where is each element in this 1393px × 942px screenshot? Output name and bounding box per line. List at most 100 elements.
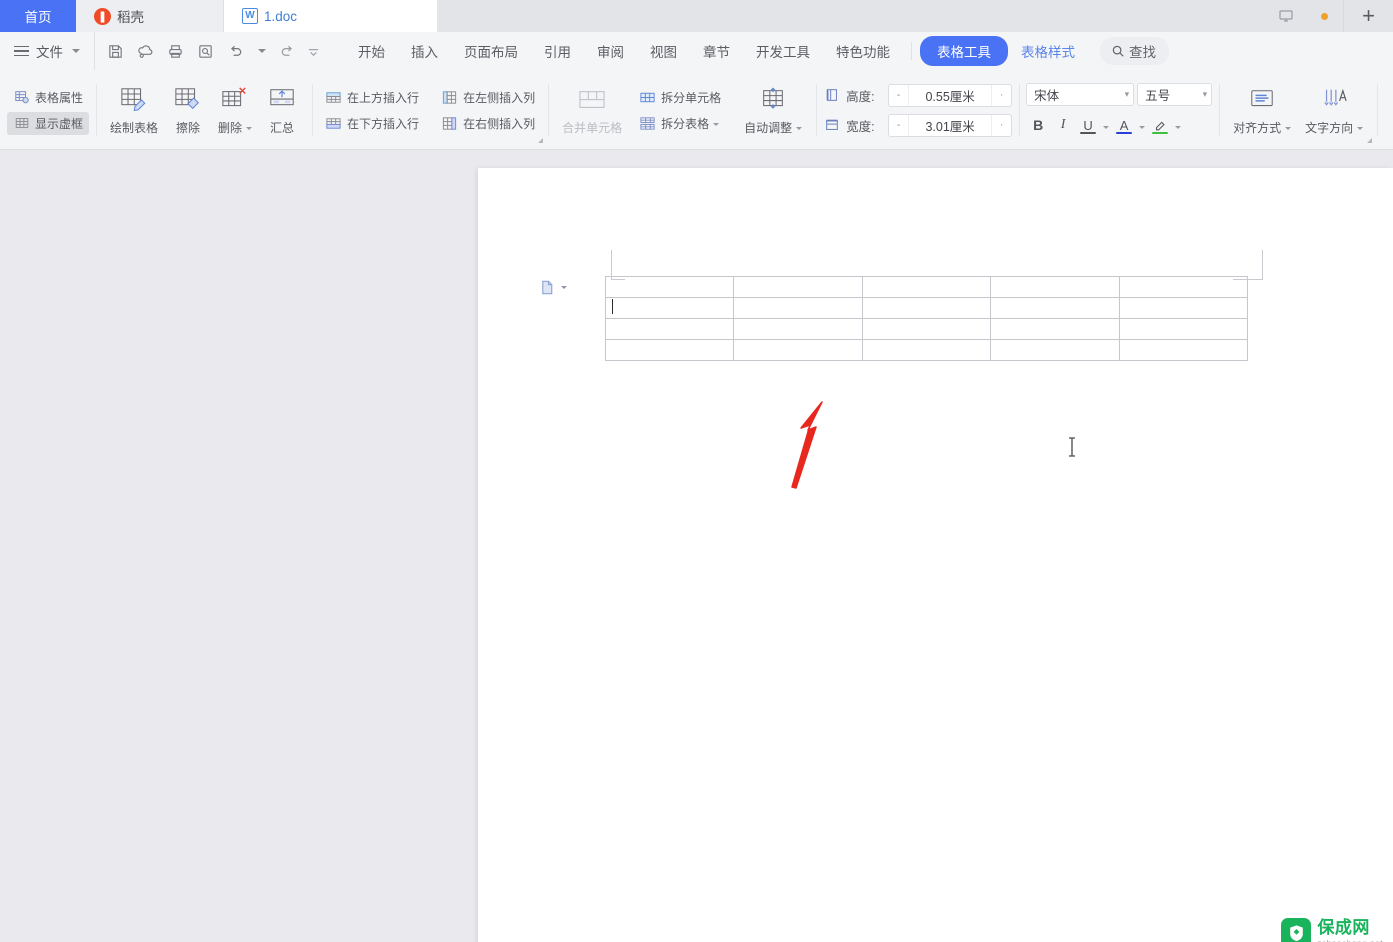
ribbon-tab-review[interactable]: 审阅 [584, 36, 637, 66]
delete-button[interactable]: 删除 [211, 81, 259, 140]
underline-button[interactable]: U [1076, 113, 1100, 137]
ribbon-tab-developer[interactable]: 开发工具 [743, 36, 823, 66]
ribbon-tab-page-layout[interactable]: 页面布局 [451, 36, 531, 66]
table-cell[interactable] [990, 276, 1120, 298]
table-row[interactable] [604, 318, 1249, 340]
table-cell[interactable] [1118, 276, 1249, 298]
font-color-button[interactable]: A [1112, 113, 1136, 137]
undo-dropdown-icon[interactable] [251, 37, 271, 65]
split-cells-button[interactable]: 拆分单元格 [633, 86, 727, 109]
align-mode-button[interactable]: 对齐方式 [1226, 81, 1298, 140]
ribbon-tab-section[interactable]: 章节 [690, 36, 743, 66]
table-cell[interactable] [861, 339, 992, 361]
table-cell[interactable] [604, 297, 735, 319]
insert-row-above-label: 在上方插入行 [347, 90, 420, 105]
tab-document-1doc[interactable]: W 1.doc [224, 0, 437, 32]
tab-home[interactable]: 首页 [0, 0, 76, 32]
col-width-icon [823, 117, 840, 134]
cloud-sync-icon[interactable] [131, 37, 159, 65]
document-table-wrapper[interactable] [604, 276, 1249, 361]
customize-qat-icon[interactable] [303, 37, 323, 65]
col-width-decrement[interactable]: - [889, 114, 910, 136]
table-cell[interactable] [861, 318, 992, 340]
row-height-value[interactable]: 0.55厘米 [909, 85, 991, 106]
i-beam-cursor [1066, 436, 1078, 463]
highlight-dropdown[interactable] [1173, 113, 1183, 137]
ribbon-tab-table-styles[interactable]: 表格样式 [1008, 36, 1088, 66]
draw-table-button[interactable]: 绘制表格 [103, 81, 165, 140]
file-menu-label: 文件 [36, 45, 63, 60]
ribbon-tab-insert[interactable]: 插入 [398, 36, 451, 66]
redo-icon[interactable] [273, 37, 301, 65]
table-cell[interactable] [604, 276, 735, 298]
bold-button[interactable]: B [1026, 113, 1050, 137]
ribbon-tab-table-tools[interactable]: 表格工具 [920, 36, 1008, 66]
formula-button[interactable]: fx 公式 [1384, 112, 1393, 135]
underline-dropdown[interactable] [1101, 113, 1111, 137]
undo-icon[interactable] [221, 37, 249, 65]
document-workspace[interactable]: 保成网 zsbaocheng.net [0, 150, 1393, 942]
table-cell[interactable] [1118, 339, 1249, 361]
row-height-increment[interactable]: · [991, 84, 1011, 106]
search-button[interactable]: 查找 [1100, 37, 1169, 65]
table-cell[interactable] [861, 297, 992, 319]
split-table-button[interactable]: 拆分表格 [633, 112, 727, 135]
highlight-button[interactable] [1148, 113, 1172, 137]
auto-fit-icon [758, 85, 788, 115]
table-cell[interactable] [604, 339, 735, 361]
chevron-down-icon [258, 49, 266, 53]
text-direction-button[interactable]: 文字方向 [1298, 81, 1370, 140]
table-cell[interactable] [990, 318, 1120, 340]
table-row[interactable] [604, 276, 1249, 298]
col-width-stepper[interactable]: - 3.01厘米 · [888, 113, 1013, 137]
ribbon-tab-special-features[interactable]: 特色功能 [823, 36, 903, 66]
table-row[interactable] [604, 297, 1249, 319]
save-icon[interactable] [101, 37, 129, 65]
text-direction-label: 文字方向 [1305, 119, 1363, 136]
document-page[interactable]: 保成网 zsbaocheng.net [478, 168, 1393, 942]
ribbon-group-properties: 表格属性 显示虚框 [0, 70, 96, 149]
table-row[interactable] [604, 339, 1249, 361]
insert-row-above-button[interactable]: 在上方插入行 [319, 86, 425, 109]
table-properties-button[interactable]: 表格属性 [7, 86, 89, 109]
table-cell[interactable] [733, 339, 863, 361]
eraser-button[interactable]: 擦除 [165, 81, 211, 140]
italic-button[interactable]: I [1051, 113, 1075, 137]
table-cell[interactable] [733, 297, 863, 319]
print-preview-icon[interactable] [191, 37, 219, 65]
col-width-value[interactable]: 3.01厘米 [909, 115, 991, 136]
table-cell[interactable] [733, 318, 863, 340]
ribbon-tab-references[interactable]: 引用 [531, 36, 584, 66]
table-cell[interactable] [1118, 318, 1249, 340]
file-menu-button[interactable]: 文件 [0, 32, 92, 70]
summary-button[interactable]: 汇总 [259, 81, 305, 140]
insert-col-left-button[interactable]: 在左侧插入列 [435, 86, 541, 109]
row-height-stepper[interactable]: - 0.55厘米 · [888, 83, 1013, 107]
ribbon-tab-start[interactable]: 开始 [345, 36, 398, 66]
new-tab-button[interactable]: + [1343, 0, 1393, 32]
table-cell[interactable] [990, 297, 1120, 319]
insert-row-below-button[interactable]: 在下方插入行 [319, 112, 425, 135]
quick-calc-button[interactable]: 快速计算 [1384, 86, 1393, 109]
table-cell[interactable] [604, 318, 735, 340]
insert-col-right-button[interactable]: 在右侧插入列 [435, 112, 541, 135]
tab-docer[interactable]: ❚ 稻壳 [76, 0, 224, 32]
table-cell[interactable] [733, 276, 863, 298]
font-color-dropdown[interactable] [1137, 113, 1147, 137]
table-cell[interactable] [1118, 297, 1249, 319]
table-cell[interactable] [861, 276, 992, 298]
merge-cells-button[interactable]: 合并单元格 [555, 81, 629, 140]
table-cell[interactable] [990, 339, 1120, 361]
monitor-icon[interactable] [1267, 0, 1305, 32]
show-gridlines-button[interactable]: 显示虚框 [7, 111, 90, 135]
print-icon[interactable] [161, 37, 189, 65]
font-family-select[interactable]: 宋体 ▾ [1026, 83, 1135, 106]
paste-options-button[interactable] [538, 278, 567, 296]
ribbon-group-align: 对齐方式 文字方向 [1219, 70, 1377, 149]
col-width-increment[interactable]: · [991, 114, 1011, 136]
ribbon-tab-view[interactable]: 视图 [637, 36, 690, 66]
row-height-decrement[interactable]: - [889, 84, 910, 106]
document-table[interactable] [604, 276, 1249, 361]
font-size-select[interactable]: 五号 ▾ [1137, 83, 1213, 106]
auto-fit-button[interactable]: 自动调整 [737, 81, 809, 140]
